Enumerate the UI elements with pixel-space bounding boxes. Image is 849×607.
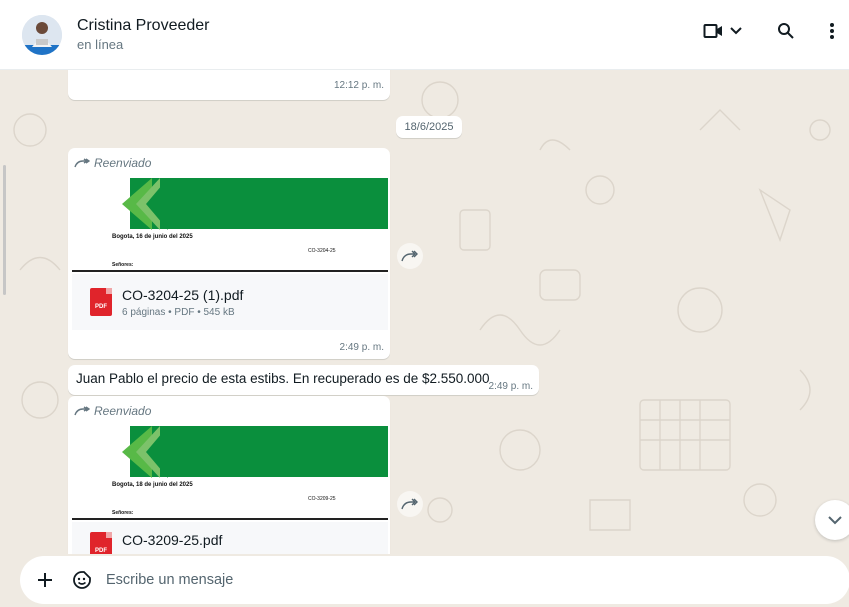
file-name: CO-3204-25 (1).pdf: [122, 286, 244, 303]
message-time: 2:49 p. m.: [488, 381, 533, 392]
pdf-icon-label: PDF: [95, 304, 107, 310]
date-separator: 18/6/2025: [396, 116, 462, 138]
scrollbar[interactable]: [3, 165, 6, 295]
forwarded-icon: [74, 406, 90, 416]
message-bubble-document[interactable]: Reenviado Bogota, 18 de junio del 2025 C…: [68, 396, 390, 554]
contact-info[interactable]: Cristina Proveeder en línea: [77, 17, 210, 52]
doc-date-line: Bogota, 18 de junio del 2025: [112, 482, 193, 488]
avatar[interactable]: [22, 14, 62, 55]
forwarded-text: Reenviado: [94, 156, 152, 170]
doc-header-band: [130, 426, 388, 477]
attach-button[interactable]: [36, 571, 54, 589]
document-preview[interactable]: Bogota, 16 de junio del 2025 CO-3204-25 …: [72, 178, 388, 272]
forwarded-icon: [74, 158, 90, 168]
message-bubble[interactable]: 12:12 p. m.: [68, 70, 390, 100]
header-actions: [703, 22, 835, 40]
chevron-down-icon: [828, 516, 842, 525]
sticker-icon: [73, 571, 91, 589]
message-time: 2:49 p. m.: [339, 342, 384, 353]
message-bubble-text[interactable]: Juan Pablo el precio de esta estibs. En …: [68, 365, 539, 395]
doc-code: CO-3204-25: [308, 248, 336, 254]
message-bubble-document[interactable]: Reenviado Bogota, 16 de junio del 2025 C…: [68, 148, 390, 359]
chat-area[interactable]: 12:12 p. m. 18/6/2025 Reenviado Bogota, …: [0, 70, 849, 554]
contact-name: Cristina Proveeder: [77, 17, 210, 34]
forwarded-text: Reenviado: [94, 404, 152, 418]
composer: [20, 556, 849, 604]
emoji-sticker-button[interactable]: [72, 570, 92, 590]
plus-icon: [38, 573, 52, 587]
message-text: Juan Pablo el precio de esta estibs. En …: [76, 371, 490, 386]
doc-date-line: Bogota, 16 de junio del 2025: [112, 234, 193, 240]
document-preview[interactable]: Bogota, 18 de junio del 2025 CO-3209-25 …: [72, 426, 388, 520]
search-button[interactable]: [777, 22, 795, 40]
search-icon: [778, 23, 794, 39]
message-time: 12:12 p. m.: [333, 80, 384, 91]
menu-button[interactable]: [829, 22, 835, 40]
message-input[interactable]: [106, 572, 706, 588]
forward-button[interactable]: [397, 491, 423, 517]
file-meta: 6 páginas • PDF • 545 kB: [122, 306, 235, 318]
pdf-icon: PDF: [90, 532, 112, 554]
file-info: CO-3209-25.pdf: [122, 532, 222, 548]
doc-header-band: [130, 178, 388, 229]
file-attachment[interactable]: PDF CO-3209-25.pdf: [72, 522, 388, 554]
scroll-to-bottom-button[interactable]: [815, 500, 849, 540]
file-info: CO-3204-25 (1).pdf 6 páginas • PDF • 545…: [122, 287, 243, 318]
composer-bar: [0, 554, 849, 607]
kebab-menu-icon: [830, 23, 834, 39]
avatar-image: [22, 14, 62, 55]
chat-header: Cristina Proveeder en línea: [0, 0, 849, 70]
forward-icon: [401, 498, 418, 510]
forward-icon: [401, 250, 418, 262]
doc-code: CO-3209-25: [308, 496, 336, 502]
contact-status: en línea: [77, 37, 124, 52]
pdf-icon: PDF: [90, 288, 112, 316]
forward-button[interactable]: [397, 243, 423, 269]
doc-addressee: Señores:: [112, 510, 134, 516]
file-name: CO-3209-25.pdf: [122, 532, 223, 548]
forwarded-label: Reenviado: [74, 156, 151, 170]
video-call-icon: [703, 24, 722, 38]
file-attachment[interactable]: PDF CO-3204-25 (1).pdf 6 páginas • PDF •…: [72, 274, 388, 330]
chevron-down-icon: [730, 27, 742, 35]
forwarded-label: Reenviado: [74, 404, 151, 418]
video-call-button[interactable]: [703, 23, 743, 39]
doc-addressee: Señores:: [112, 262, 134, 268]
doc-chevron: [146, 426, 168, 478]
doc-chevron: [146, 178, 168, 230]
